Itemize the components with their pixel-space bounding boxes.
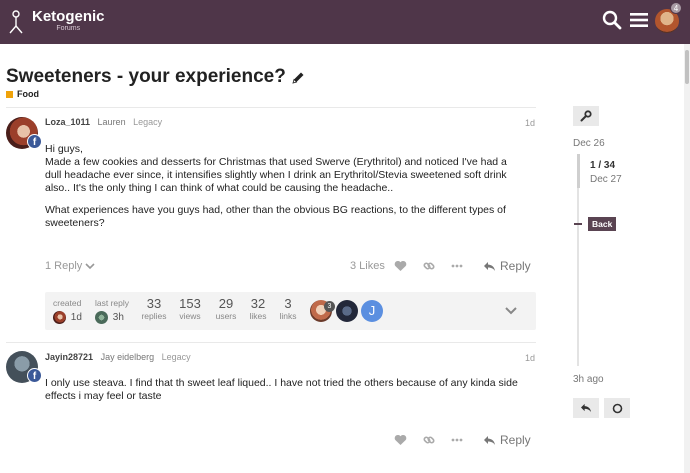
post-1-paragraph: Hi guys, Made a few cookies and desserts… bbox=[45, 143, 507, 194]
post-1-reply-button[interactable]: Reply bbox=[483, 259, 531, 273]
post-1-paragraph: What experiences have you guys had, othe… bbox=[45, 204, 506, 229]
post-1-fullname: Lauren bbox=[97, 117, 126, 127]
post-1-meta: Loza_1011 Lauren Legacy bbox=[45, 117, 162, 127]
last-replier-avatar bbox=[95, 311, 108, 324]
post-1-username[interactable]: Loza_1011 bbox=[45, 117, 90, 127]
replies-count: 33 bbox=[146, 296, 162, 311]
post-2-paragraph: I only use steava. I find that th sweet … bbox=[45, 377, 518, 402]
summary-links[interactable]: 3 links bbox=[277, 296, 299, 322]
admin-wrench-button[interactable] bbox=[573, 106, 599, 126]
participant-avatar[interactable] bbox=[336, 300, 358, 322]
notification-badge: 4 bbox=[670, 2, 682, 14]
users-count: 29 bbox=[218, 296, 234, 311]
post-1-likes-count[interactable]: 3 Likes bbox=[350, 260, 385, 272]
summary-likes[interactable]: 32 likes bbox=[246, 296, 270, 322]
timeline-start-date[interactable]: Dec 26 bbox=[573, 138, 605, 149]
post-1-date[interactable]: 1d bbox=[525, 118, 535, 128]
summary-replies: 33 replies bbox=[141, 296, 167, 322]
timeline-position-date: Dec 27 bbox=[590, 174, 622, 185]
timeline-reply-button[interactable] bbox=[573, 398, 599, 418]
created-value: 1d bbox=[70, 312, 82, 324]
creator-avatar bbox=[53, 311, 66, 324]
post-2-fullname: Jay eidelberg bbox=[100, 352, 155, 362]
topic-title: Sweeteners - your experience? bbox=[6, 66, 286, 87]
participant-post-count: 3 bbox=[324, 301, 335, 312]
facebook-icon: f bbox=[27, 368, 42, 383]
reply-arrow-icon bbox=[581, 403, 591, 413]
post-1-replies-toggle[interactable]: 1 Reply bbox=[45, 260, 95, 272]
reply-label: Reply bbox=[500, 433, 531, 447]
timeline-track[interactable] bbox=[577, 188, 579, 366]
site-logo[interactable]: Ketogenic Forums bbox=[6, 6, 105, 36]
post-2-username[interactable]: Jayin28721 bbox=[45, 352, 93, 362]
links-count: 3 bbox=[284, 296, 292, 311]
search-icon bbox=[602, 10, 622, 30]
summary-created[interactable]: created 1d bbox=[53, 298, 82, 324]
timeline-back-button[interactable]: Back bbox=[588, 217, 617, 231]
divider bbox=[6, 342, 536, 343]
last-reply-value: 3h bbox=[112, 312, 124, 324]
views-count: 153 bbox=[179, 296, 201, 311]
last-reply-label: last reply bbox=[95, 298, 130, 308]
link-icon[interactable] bbox=[423, 434, 435, 446]
category-color-square bbox=[6, 90, 13, 98]
post-2-group[interactable]: Legacy bbox=[162, 352, 191, 362]
more-options-icon[interactable] bbox=[451, 264, 463, 268]
timeline-back-marker bbox=[574, 223, 582, 225]
chevron-down-icon bbox=[85, 263, 95, 270]
views-label: views bbox=[179, 311, 201, 321]
category-badge[interactable]: Food bbox=[6, 89, 39, 99]
post-1-body: Hi guys, Made a few cookies and desserts… bbox=[45, 143, 525, 239]
reply-arrow-icon bbox=[484, 261, 495, 271]
likes-count-label: 3 Likes bbox=[350, 260, 385, 272]
timeline-end-date[interactable]: 3h ago bbox=[573, 374, 604, 385]
timeline-position: 1 / 34 bbox=[590, 160, 616, 171]
notification-level-button[interactable] bbox=[604, 398, 630, 418]
hamburger-icon bbox=[630, 13, 648, 27]
summary-views: 153 views bbox=[176, 296, 204, 322]
wrench-icon bbox=[580, 110, 592, 122]
logo-title: Ketogenic bbox=[32, 8, 105, 25]
site-header: Ketogenic Forums 4 bbox=[0, 0, 690, 44]
likes-count: 32 bbox=[250, 296, 266, 311]
search-button[interactable] bbox=[602, 10, 622, 33]
summary-last-reply[interactable]: last reply 3h bbox=[95, 298, 129, 324]
post-2-reply-button[interactable]: Reply bbox=[483, 433, 531, 447]
edit-pencil-icon[interactable] bbox=[292, 71, 305, 84]
divider bbox=[6, 107, 536, 108]
heart-icon[interactable] bbox=[394, 260, 407, 272]
heart-icon[interactable] bbox=[394, 434, 407, 446]
participant-avatar-letter[interactable]: J bbox=[361, 300, 383, 322]
post-2-body: I only use steava. I find that th sweet … bbox=[45, 377, 525, 412]
post-2-date[interactable]: 1d bbox=[525, 353, 535, 363]
timeline-scroller-handle[interactable] bbox=[577, 154, 580, 188]
summary-users[interactable]: 29 users bbox=[213, 296, 239, 322]
users-label: users bbox=[215, 311, 237, 321]
created-label: created bbox=[53, 298, 82, 308]
facebook-icon: f bbox=[27, 134, 42, 149]
topic-summary: created 1d last reply 3h 33 replies 153 … bbox=[45, 292, 536, 330]
replies-label: replies bbox=[141, 311, 167, 321]
likes-label: likes bbox=[249, 311, 267, 321]
link-icon[interactable] bbox=[423, 260, 435, 272]
links-label: links bbox=[279, 311, 297, 321]
logo-figure-icon bbox=[9, 10, 23, 34]
page-scrollbar[interactable] bbox=[684, 44, 690, 473]
more-options-icon[interactable] bbox=[451, 438, 463, 442]
reply-arrow-icon bbox=[484, 435, 495, 445]
post-1-group[interactable]: Legacy bbox=[133, 117, 162, 127]
replies-count-label: 1 Reply bbox=[45, 260, 83, 272]
topic-title-row: Sweeteners - your experience? bbox=[6, 66, 305, 88]
expand-summary-chevron-icon[interactable] bbox=[504, 306, 518, 316]
logo-subtitle: Forums bbox=[56, 25, 81, 32]
reply-label: Reply bbox=[500, 259, 531, 273]
post-2-meta: Jayin28721 Jay eidelberg Legacy bbox=[45, 352, 191, 362]
category-label: Food bbox=[17, 89, 39, 99]
menu-button[interactable] bbox=[630, 12, 648, 31]
scrollbar-thumb[interactable] bbox=[685, 50, 689, 84]
circle-icon bbox=[612, 403, 622, 413]
